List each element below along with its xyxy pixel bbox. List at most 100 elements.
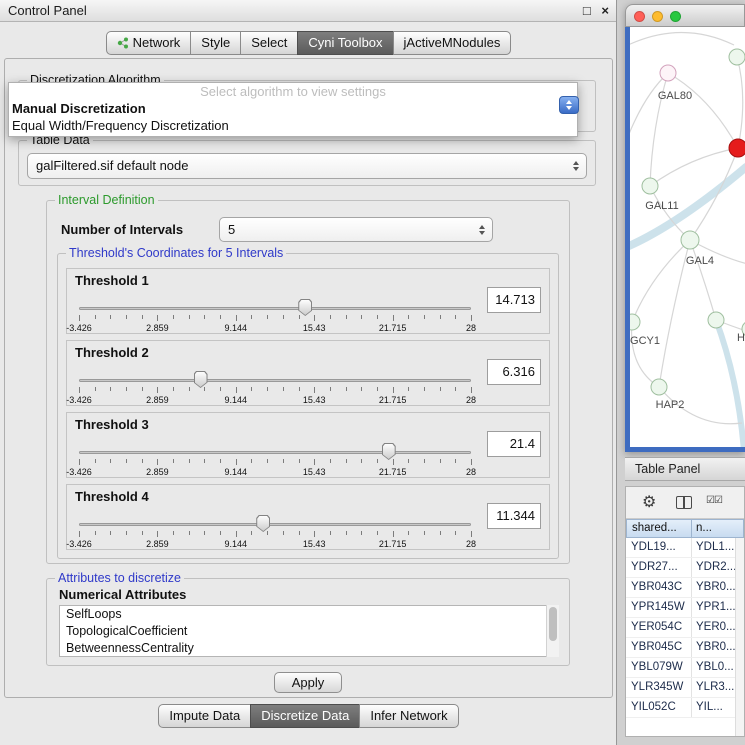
slider-thumb[interactable] <box>298 299 312 316</box>
table-cell-shared-name[interactable]: YER054C <box>626 618 692 637</box>
bottom-tab-discretize-data[interactable]: Discretize Data <box>250 704 360 728</box>
float-window-icon[interactable]: □ <box>583 0 591 21</box>
threshold-label: Threshold 1 <box>75 273 149 288</box>
control-panel-titlebar: Control Panel □ × <box>0 0 616 22</box>
minimize-traffic-light-icon[interactable] <box>652 11 663 22</box>
numerical-attributes-title: Numerical Attributes <box>59 587 186 602</box>
threshold-value-field[interactable]: 14.713 <box>487 287 541 313</box>
threshold-slider[interactable]: -3.4262.8599.14415.4321.71528 <box>79 371 471 405</box>
stepper-arrows-icon <box>475 218 488 241</box>
tab-label: Cyni Toolbox <box>308 35 382 50</box>
close-traffic-light-icon[interactable] <box>634 11 645 22</box>
threshold-slider[interactable]: -3.4262.8599.14415.4321.71528 <box>79 443 471 477</box>
threshold-value-field[interactable]: 6.316 <box>487 359 541 385</box>
threshold-panel: Threshold 2-3.4262.8599.14415.4321.71528… <box>66 340 550 406</box>
close-window-icon[interactable]: × <box>601 0 609 21</box>
network-node[interactable] <box>729 49 745 65</box>
column-header-name[interactable]: n... <box>692 519 744 538</box>
node-label: HAP2 <box>656 399 685 411</box>
bottom-tab-impute-data[interactable]: Impute Data <box>158 704 251 728</box>
table-cell-shared-name[interactable]: YBL079W <box>626 658 692 677</box>
slider-track[interactable] <box>79 379 471 382</box>
tab-network[interactable]: Network <box>106 31 192 55</box>
threshold-value-field[interactable]: 21.4 <box>487 431 541 457</box>
network-node-hap2[interactable] <box>651 379 667 395</box>
gear-icon[interactable]: ⚙ <box>642 492 656 512</box>
attribute-item[interactable]: TopologicalCoefficient <box>60 623 558 640</box>
network-canvas[interactable]: GAL80GAL11GAL4GCY1HAP2H <box>630 27 745 447</box>
table-row[interactable]: YDR27...YDR2... <box>626 558 744 578</box>
network-edge[interactable] <box>690 240 716 320</box>
table-row[interactable]: YLR345WYLR3... <box>626 678 744 698</box>
table-row[interactable]: YBL079WYBL0... <box>626 658 744 678</box>
table-row[interactable]: YBR043CYBR0... <box>626 578 744 598</box>
window-buttons: □ × <box>576 0 609 21</box>
attributes-scrollbar[interactable] <box>546 605 559 657</box>
column-header-shared-name[interactable]: shared... <box>626 519 692 538</box>
table-cell-shared-name[interactable]: YBR045C <box>626 638 692 657</box>
network-node-gcy1[interactable] <box>630 314 640 330</box>
algorithm-option[interactable]: Manual Discretization <box>9 100 577 117</box>
network-edge[interactable] <box>632 240 690 322</box>
scale-label: -3.426 <box>66 539 92 549</box>
tab-style[interactable]: Style <box>190 31 241 55</box>
table-cell-shared-name[interactable]: YBR043C <box>626 578 692 597</box>
table-row[interactable]: YDL19...YDL1... <box>626 538 744 558</box>
slider-thumb[interactable] <box>194 371 208 388</box>
number-of-intervals-combo[interactable]: 5 <box>219 217 493 242</box>
table-rows: YDL19...YDL1...YDR27...YDR2...YBR043CYBR… <box>626 538 744 736</box>
top-tabs: NetworkStyleSelect Cyni Toolbox jActiveMNo… <box>0 31 617 55</box>
bottom-tab-infer-network[interactable]: Infer Network <box>359 704 458 728</box>
network-node[interactable] <box>729 139 745 157</box>
scale-label: 28 <box>466 539 476 549</box>
table-cell-shared-name[interactable]: YDL19... <box>626 538 692 557</box>
algorithm-combo-stepper[interactable] <box>559 96 579 114</box>
threshold-slider[interactable]: -3.4262.8599.14415.4321.71528 <box>79 515 471 549</box>
node-label: GAL4 <box>686 255 714 267</box>
slider-track[interactable] <box>79 523 471 526</box>
table-cell-shared-name[interactable]: YDR27... <box>626 558 692 577</box>
table-cell-shared-name[interactable]: YLR345W <box>626 678 692 697</box>
network-node-gal80[interactable] <box>660 65 676 81</box>
threshold-value-field[interactable]: 11.344 <box>487 503 541 529</box>
network-node-gal4[interactable] <box>681 231 699 249</box>
threshold-panel: Threshold 3-3.4262.8599.14415.4321.71528… <box>66 412 550 478</box>
network-edge[interactable] <box>668 73 738 148</box>
tab-jactivemnodules[interactable]: jActiveMNodules <box>393 31 512 55</box>
slider-thumb[interactable] <box>382 443 396 460</box>
slider-thumb[interactable] <box>256 515 270 532</box>
table-scrollbar[interactable] <box>735 538 744 736</box>
scale-label: 15.43 <box>303 467 326 477</box>
algorithm-popup-items: Manual DiscretizationEqual Width/Frequen… <box>9 100 577 134</box>
tab-select[interactable]: Select <box>240 31 298 55</box>
table-data-combo[interactable]: galFiltered.sif default node <box>27 153 587 179</box>
table-row[interactable]: YIL052CYIL... <box>626 698 744 718</box>
algorithm-option[interactable]: Equal Width/Frequency Discretization <box>9 117 577 134</box>
network-edge[interactable] <box>632 322 659 387</box>
tab-cyni-toolbox[interactable]: Cyni Toolbox <box>297 31 393 55</box>
apply-button[interactable]: Apply <box>274 672 342 693</box>
table-row[interactable]: YBR045CYBR0... <box>626 638 744 658</box>
tab-label: Impute Data <box>169 708 240 723</box>
scrollbar-thumb[interactable] <box>549 607 557 641</box>
table-row[interactable]: YPR145WYPR1... <box>626 598 744 618</box>
network-edge[interactable] <box>630 73 668 147</box>
select-columns-icon[interactable]: ☑☑ <box>706 495 722 506</box>
threshold-slider[interactable]: -3.4262.8599.14415.4321.71528 <box>79 299 471 333</box>
control-panel-window: Control Panel □ × NetworkStyleSelect Cyni… <box>0 0 617 745</box>
slider-track[interactable] <box>79 451 471 454</box>
attribute-item[interactable]: SelfLoops <box>60 606 558 623</box>
table-cell-shared-name[interactable]: YIL052C <box>626 698 692 717</box>
scale-label: 28 <box>466 323 476 333</box>
table-row[interactable]: YER054CYER0... <box>626 618 744 638</box>
table-cell-shared-name[interactable]: YPR145W <box>626 598 692 617</box>
zoom-traffic-light-icon[interactable] <box>670 11 681 22</box>
slider-track[interactable] <box>79 307 471 310</box>
network-edge[interactable] <box>737 57 743 148</box>
attribute-item[interactable]: BetweennessCentrality <box>60 640 558 657</box>
network-node[interactable] <box>708 312 724 328</box>
network-edge[interactable] <box>630 32 734 47</box>
columns-icon[interactable] <box>676 496 692 509</box>
table-panel-title: Table Panel <box>635 462 700 476</box>
network-node-gal11[interactable] <box>642 178 658 194</box>
